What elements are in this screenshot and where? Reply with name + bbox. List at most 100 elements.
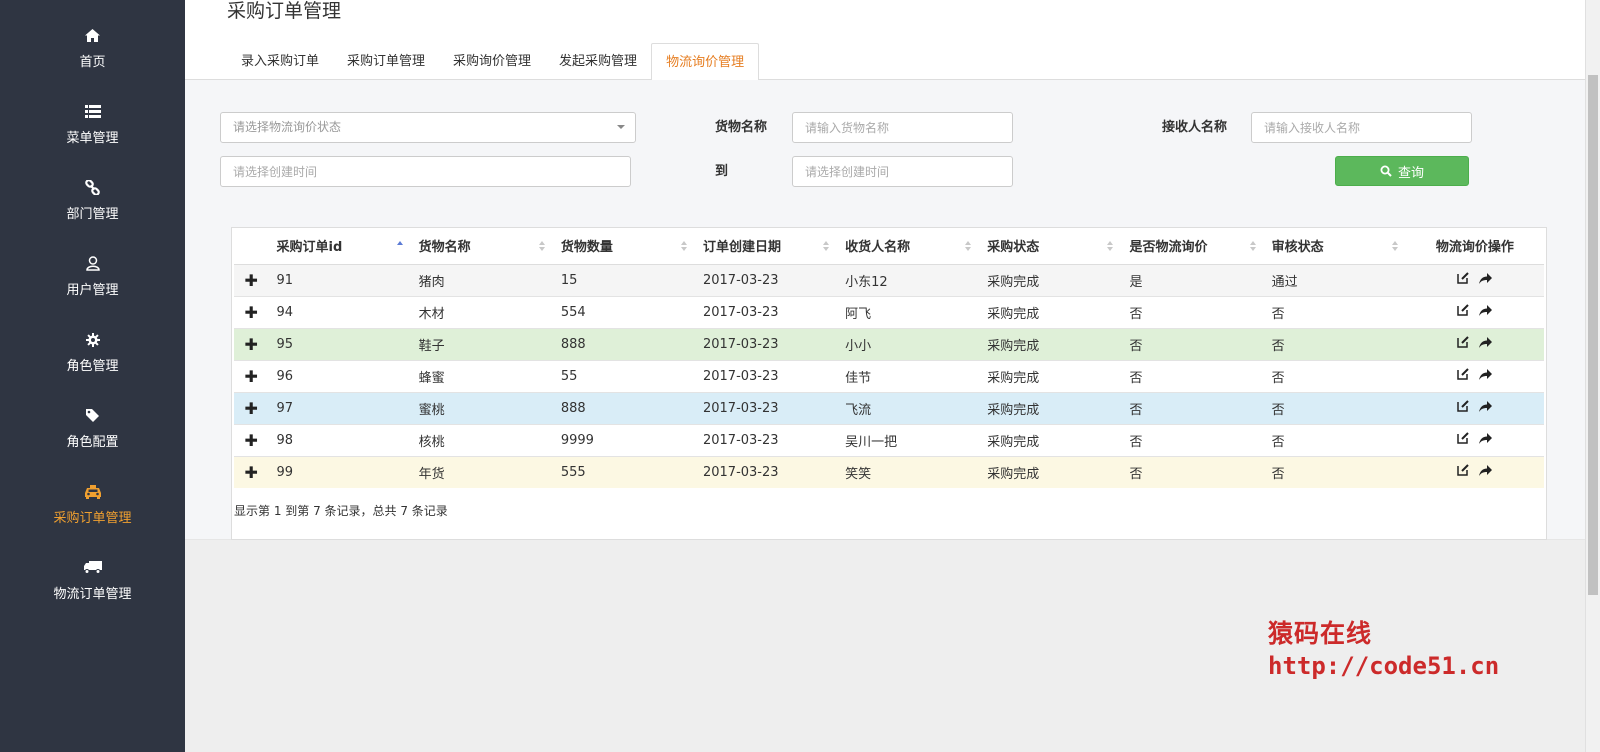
table-row[interactable]: ✚ 97 蜜桃 888 2017-03-23 飞流 采购完成 否 否 <box>234 391 1544 424</box>
table-row[interactable]: ✚ 98 核桃 9999 2017-03-23 吴川一把 采购完成 否 否 <box>234 423 1544 456</box>
taxi-icon <box>84 483 102 501</box>
expand-row-icon[interactable]: ✚ <box>234 295 269 328</box>
column-header-goods-name[interactable]: 货物名称 <box>410 228 553 265</box>
cell-goods-quantity: 555 <box>552 455 695 488</box>
tab-logistics-inquiry-management[interactable]: 物流询价管理 <box>651 43 760 81</box>
expand-row-icon[interactable]: ✚ <box>234 455 269 488</box>
share-arrow-icon[interactable] <box>1479 400 1493 416</box>
share-arrow-icon[interactable] <box>1479 464 1493 480</box>
expand-row-icon[interactable]: ✚ <box>234 263 269 296</box>
orders-table-container: 采购订单id 货物名称 货物数量 订单创建日期 收货人名称 采购状态 是否物流询… <box>231 227 1547 540</box>
scrollbar-thumb[interactable] <box>1588 75 1598 595</box>
content-panel: 请选择物流询价状态 货物名称 接收人名称 到 查询 <box>185 80 1585 540</box>
column-header-created-date[interactable]: 订单创建日期 <box>694 228 838 265</box>
sidebar-item-logistics-orders[interactable]: 物流订单管理 <box>0 542 185 618</box>
cell-receiver-name: 佳节 <box>837 359 980 392</box>
sidebar-item-department[interactable]: 部门管理 <box>0 162 185 238</box>
expand-row-icon[interactable]: ✚ <box>234 327 269 360</box>
tab-purchase-order-management[interactable]: 采购订单管理 <box>333 43 439 80</box>
edit-icon[interactable] <box>1457 432 1470 448</box>
cell-audit-status: 否 <box>1263 455 1406 488</box>
tab-enter-purchase-order[interactable]: 录入采购订单 <box>227 43 333 80</box>
column-header-audit-status[interactable]: 审核状态 <box>1263 228 1406 265</box>
column-header-goods-quantity[interactable]: 货物数量 <box>552 228 695 265</box>
status-select[interactable]: 请选择物流询价状态 <box>220 112 636 143</box>
goods-name-label: 货物名称 <box>715 120 768 135</box>
cell-goods-name: 猪肉 <box>410 263 553 296</box>
table-row[interactable]: ✚ 91 猪肉 15 2017-03-23 小东12 采购完成 是 通过 <box>234 263 1544 296</box>
created-from-input[interactable] <box>220 156 631 187</box>
expand-row-icon[interactable]: ✚ <box>234 391 269 424</box>
edit-icon[interactable] <box>1457 336 1470 352</box>
table-row[interactable]: ✚ 95 鞋子 888 2017-03-23 小小 采购完成 否 否 <box>234 327 1544 360</box>
page-title: 采购订单管理 <box>227 0 342 22</box>
sidebar-item-menu[interactable]: 菜单管理 <box>0 86 185 162</box>
date-range-to-label: 到 <box>715 164 729 179</box>
sidebar-item-home[interactable]: 首页 <box>0 10 185 86</box>
table-header-row: 采购订单id 货物名称 货物数量 订单创建日期 收货人名称 采购状态 是否物流询… <box>234 228 1544 265</box>
cell-goods-quantity: 15 <box>552 263 695 296</box>
sidebar-item-purchase-orders[interactable]: 采购订单管理 <box>0 466 185 542</box>
share-arrow-icon[interactable] <box>1479 304 1493 320</box>
created-to-input[interactable] <box>792 156 1013 187</box>
share-arrow-icon[interactable] <box>1479 336 1493 352</box>
cell-goods-quantity: 888 <box>552 327 695 360</box>
sidebar-item-roles[interactable]: 角色管理 <box>0 314 185 390</box>
cell-logistics-inquiry: 否 <box>1121 423 1264 456</box>
sidebar-item-users[interactable]: 用户管理 <box>0 238 185 314</box>
expand-row-icon[interactable]: ✚ <box>234 423 269 456</box>
cell-purchase-status: 采购完成 <box>979 423 1122 456</box>
sidebar-item-label: 部门管理 <box>66 206 119 222</box>
tab-bar: 录入采购订单 采购订单管理 采购询价管理 发起采购管理 物流询价管理 <box>227 43 760 81</box>
sidebar-item-role-config[interactable]: 角色配置 <box>0 390 185 466</box>
caret-down-icon <box>617 125 625 129</box>
page-scrollbar[interactable] <box>1585 0 1600 752</box>
sort-icon <box>823 241 830 251</box>
share-arrow-icon[interactable] <box>1479 432 1493 448</box>
share-arrow-icon[interactable] <box>1479 368 1493 384</box>
share-arrow-icon[interactable] <box>1479 272 1493 288</box>
receiver-name-input[interactable] <box>1251 112 1472 143</box>
column-header-logistics-inquiry[interactable]: 是否物流询价 <box>1121 228 1264 265</box>
table-row[interactable]: ✚ 96 蜂蜜 55 2017-03-23 佳节 采购完成 否 否 <box>234 359 1544 392</box>
cell-purchase-status: 采购完成 <box>979 327 1122 360</box>
cell-goods-name: 蜂蜜 <box>410 359 553 392</box>
edit-icon[interactable] <box>1457 400 1470 416</box>
cell-logistics-inquiry: 否 <box>1121 295 1264 328</box>
cell-audit-status: 否 <box>1263 327 1406 360</box>
page-header: 采购订单管理 录入采购订单 采购订单管理 采购询价管理 发起采购管理 物流询价管… <box>185 0 1585 81</box>
edit-icon[interactable] <box>1457 272 1470 288</box>
expand-row-icon[interactable]: ✚ <box>234 359 269 392</box>
sidebar-item-label: 物流订单管理 <box>53 586 132 602</box>
cell-audit-status: 否 <box>1263 391 1406 424</box>
edit-icon[interactable] <box>1457 464 1470 480</box>
column-header-purchase-status[interactable]: 采购状态 <box>979 228 1122 265</box>
sort-icon <box>965 241 972 251</box>
cell-audit-status: 否 <box>1263 359 1406 392</box>
table-row[interactable]: ✚ 94 木材 554 2017-03-23 阿飞 采购完成 否 否 <box>234 295 1544 328</box>
cell-purchase-status: 采购完成 <box>979 263 1122 296</box>
sidebar-item-label: 采购订单管理 <box>53 510 132 526</box>
cell-purchase-status: 采购完成 <box>979 455 1122 488</box>
sidebar-item-label: 菜单管理 <box>66 130 119 146</box>
edit-icon[interactable] <box>1457 368 1470 384</box>
cell-logistics-inquiry: 是 <box>1121 263 1264 296</box>
cell-operations <box>1405 423 1544 456</box>
column-header-order-id[interactable]: 采购订单id <box>268 228 411 265</box>
edit-icon[interactable] <box>1457 304 1470 320</box>
table-row[interactable]: ✚ 99 年货 555 2017-03-23 笑笑 采购完成 否 否 <box>234 455 1544 488</box>
sidebar-item-label: 角色配置 <box>66 434 119 450</box>
column-header-receiver-name[interactable]: 收货人名称 <box>837 228 980 265</box>
search-button[interactable]: 查询 <box>1335 156 1469 186</box>
orders-table: 采购订单id 货物名称 货物数量 订单创建日期 收货人名称 采购状态 是否物流询… <box>234 228 1544 488</box>
cell-operations <box>1405 327 1544 360</box>
truck-icon <box>83 559 102 577</box>
goods-name-input[interactable] <box>792 112 1013 143</box>
tab-initiate-purchase[interactable]: 发起采购管理 <box>545 43 651 80</box>
cell-goods-name: 鞋子 <box>410 327 553 360</box>
list-icon <box>84 103 102 121</box>
cell-receiver-name: 小小 <box>837 327 980 360</box>
tab-purchase-inquiry-management[interactable]: 采购询价管理 <box>439 43 545 80</box>
tag-icon <box>84 407 102 425</box>
cell-goods-name: 蜜桃 <box>410 391 553 424</box>
